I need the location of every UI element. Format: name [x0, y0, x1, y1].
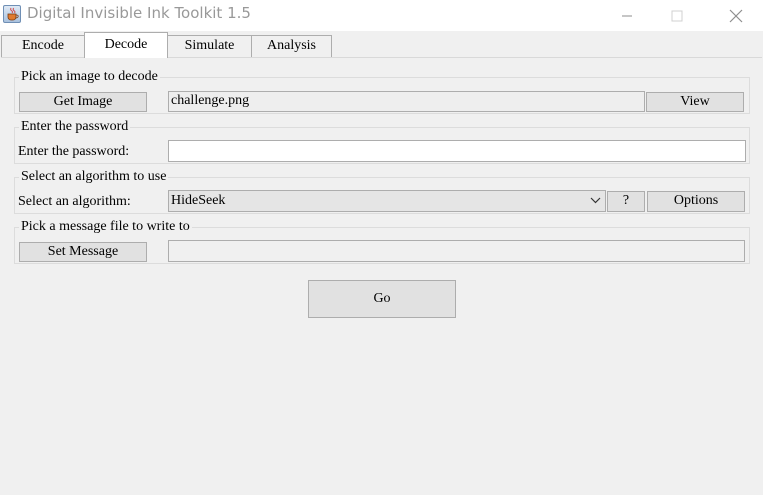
title-bar: Digital Invisible Ink Toolkit 1.5	[0, 0, 763, 31]
get-image-button[interactable]: Get Image	[19, 92, 147, 112]
chevron-down-icon	[590, 197, 601, 204]
minimize-icon	[622, 15, 632, 17]
algorithm-select[interactable]: HideSeek	[168, 190, 606, 212]
minimize-button[interactable]	[604, 0, 650, 31]
set-message-button[interactable]: Set Message	[19, 242, 147, 262]
close-icon	[729, 9, 743, 23]
tab-bar: Encode Decode Simulate Analysis	[0, 31, 763, 58]
close-button[interactable]	[713, 0, 759, 31]
password-group-title: Enter the password	[19, 119, 131, 135]
tab-analysis[interactable]: Analysis	[251, 35, 332, 57]
algorithm-selected-value: HideSeek	[171, 193, 226, 208]
tab-simulate[interactable]: Simulate	[167, 35, 252, 57]
tab-encode[interactable]: Encode	[1, 35, 85, 57]
tab-decode[interactable]: Decode	[84, 32, 168, 58]
password-field[interactable]	[168, 140, 746, 162]
algorithm-label: Select an algorithm:	[18, 194, 131, 209]
go-button[interactable]: Go	[308, 280, 456, 318]
algorithm-help-button[interactable]: ?	[607, 191, 645, 212]
algorithm-group-title: Select an algorithm to use	[19, 169, 169, 185]
maximize-icon	[671, 10, 683, 22]
window-title: Digital Invisible Ink Toolkit 1.5	[27, 4, 251, 22]
java-cup-icon	[3, 5, 21, 23]
message-group-title: Pick a message file to write to	[19, 219, 192, 235]
options-button[interactable]: Options	[647, 191, 745, 212]
image-path-field[interactable]: challenge.png	[168, 91, 645, 112]
password-label: Enter the password:	[18, 144, 130, 159]
message-path-field[interactable]	[168, 240, 745, 262]
view-button[interactable]: View	[646, 92, 744, 112]
maximize-button[interactable]	[654, 0, 700, 31]
image-group-title: Pick an image to decode	[19, 69, 160, 85]
